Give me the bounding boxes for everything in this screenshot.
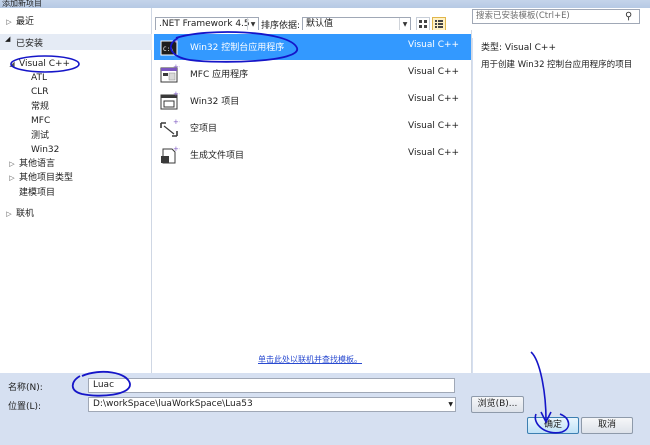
mfc-app-icon: ++ xyxy=(160,64,180,83)
project-name-value: Luac xyxy=(93,380,115,390)
template-language: Visual C++ xyxy=(408,40,460,50)
tree-item-installed[interactable]: ◢ 已安装 xyxy=(0,34,152,50)
template-language: Visual C++ xyxy=(408,121,460,131)
tree-item-label: MFC xyxy=(31,116,51,126)
template-name: Win32 项目 xyxy=(190,97,240,107)
chevron-down-icon[interactable]: ▼ xyxy=(448,398,453,411)
template-name: MFC 应用程序 xyxy=(190,70,249,80)
template-item-empty-project[interactable]: ++ 空项目 Visual C++ xyxy=(154,115,471,141)
list-view-button[interactable] xyxy=(432,17,446,31)
ok-button[interactable]: 确定 xyxy=(527,417,579,434)
tree-item-label: 建模项目 xyxy=(19,188,56,198)
expand-arrow-icon[interactable]: ▷ xyxy=(5,15,13,30)
makefile-project-icon: ++ xyxy=(161,145,180,164)
search-templates-input[interactable]: 搜索已安装模板(Ctrl+E) ⚲ xyxy=(472,9,640,24)
tree-item-label: Win32 xyxy=(31,145,60,155)
tree-item-label: Visual C++ xyxy=(19,59,71,69)
template-name: 空项目 xyxy=(190,124,218,134)
search-icon[interactable]: ⚲ xyxy=(625,10,637,23)
cancel-button[interactable]: 取消 xyxy=(581,417,633,434)
template-type: 类型: Visual C++ xyxy=(481,43,556,53)
template-description-panel: 类型: Visual C++ 用于创建 Win32 控制台应用程序的项目 xyxy=(473,30,650,373)
tree-item-label: 最近 xyxy=(16,17,35,27)
tree-item-online[interactable]: ▷ 联机 xyxy=(0,207,152,222)
online-templates-link[interactable]: 单击此处以联机并查找模板。 xyxy=(258,354,362,365)
expand-arrow-icon[interactable]: ▷ xyxy=(8,157,16,172)
template-language: Visual C++ xyxy=(408,148,460,158)
tree-item-label: 联机 xyxy=(16,209,35,219)
tree-item-win32[interactable]: Win32 xyxy=(0,143,152,158)
tree-item-label: 其他项目类型 xyxy=(19,173,74,183)
tree-item-other-languages[interactable]: ▷ 其他语言 xyxy=(0,157,152,172)
svg-text:C:\: C:\ xyxy=(163,46,174,53)
tree-item-general[interactable]: 常规 xyxy=(0,100,152,115)
tree-item-modeling-projects[interactable]: 建模项目 xyxy=(0,186,152,201)
template-item-win32-project[interactable]: ++ Win32 项目 Visual C++ xyxy=(154,88,471,114)
template-tree: ▷ 最近 ◢ 已安装 ◢ Visual C++ ATL CLR 常规 MFC 测… xyxy=(0,8,152,373)
sort-value: 默认值 xyxy=(306,19,334,29)
template-item-makefile-project[interactable]: ++ 生成文件项目 Visual C++ xyxy=(154,142,471,168)
framework-value: .NET Framework 4.5 xyxy=(159,19,250,29)
tree-item-label: 测试 xyxy=(31,131,50,141)
tree-item-label: 其他语言 xyxy=(19,159,56,169)
tree-item-label: ATL xyxy=(31,73,47,83)
ok-button-label: 确定 xyxy=(543,420,562,430)
win32-project-icon: ++ xyxy=(160,91,180,110)
tree-item-atl[interactable]: ATL xyxy=(0,71,152,86)
location-label: 位置(L): xyxy=(8,402,42,412)
tree-item-other-project-types[interactable]: ▷ 其他项目类型 xyxy=(0,171,152,186)
tree-item-recent[interactable]: ▷ 最近 xyxy=(0,15,152,30)
tree-item-label: CLR xyxy=(31,87,49,97)
tree-item-visual-cpp[interactable]: ◢ Visual C++ xyxy=(0,57,152,72)
cancel-button-label: 取消 xyxy=(597,420,616,430)
template-list: C:\ ++ Win32 控制台应用程序 Visual C++ ++ MFC 应… xyxy=(152,30,472,373)
template-item-win32-console[interactable]: C:\ ++ Win32 控制台应用程序 Visual C++ xyxy=(154,34,471,60)
window-title-bar: 添加新项目 xyxy=(0,0,650,8)
expand-arrow-icon[interactable]: ▷ xyxy=(8,171,16,186)
expand-arrow-icon[interactable]: ▷ xyxy=(5,207,13,222)
collapse-arrow-icon[interactable]: ◢ xyxy=(5,35,10,43)
location-combo[interactable]: D:\workSpace\luaWorkSpace\Lua53 ▼ xyxy=(88,397,456,412)
tree-item-clr[interactable]: CLR xyxy=(0,85,152,100)
template-name: Win32 控制台应用程序 xyxy=(190,43,285,53)
tree-item-mfc[interactable]: MFC xyxy=(0,114,152,129)
svg-text:++: ++ xyxy=(173,118,180,126)
svg-text:++: ++ xyxy=(173,37,180,45)
project-name-input[interactable]: Luac xyxy=(88,378,455,393)
template-item-mfc-app[interactable]: ++ MFC 应用程序 Visual C++ xyxy=(154,61,471,87)
location-value: D:\workSpace\luaWorkSpace\Lua53 xyxy=(93,399,253,409)
svg-text:++: ++ xyxy=(173,64,180,71)
template-name: 生成文件项目 xyxy=(190,151,245,161)
browse-button-label: 浏览(B)... xyxy=(477,399,518,409)
small-icons-view-button[interactable] xyxy=(416,17,430,31)
svg-text:++: ++ xyxy=(173,91,180,98)
list-view-icon xyxy=(435,20,443,28)
tree-item-label: 已安装 xyxy=(16,39,44,49)
template-language: Visual C++ xyxy=(408,94,460,104)
template-language: Visual C++ xyxy=(408,67,460,77)
project-form: 名称(N): Luac 位置(L): D:\workSpace\luaWorkS… xyxy=(0,373,650,445)
template-description: 用于创建 Win32 控制台应用程序的项目 xyxy=(481,60,633,70)
tree-item-test[interactable]: 测试 xyxy=(0,129,152,144)
console-app-icon: C:\ ++ xyxy=(160,37,180,56)
browse-button[interactable]: 浏览(B)... xyxy=(471,396,524,413)
collapse-arrow-icon[interactable]: ◢ xyxy=(8,57,16,72)
tree-item-label: 常规 xyxy=(31,102,50,112)
empty-project-icon: ++ xyxy=(160,118,180,137)
name-label: 名称(N): xyxy=(8,383,43,393)
svg-text:++: ++ xyxy=(173,145,180,153)
grid-view-icon xyxy=(419,20,427,28)
search-placeholder: 搜索已安装模板(Ctrl+E) xyxy=(476,11,570,21)
